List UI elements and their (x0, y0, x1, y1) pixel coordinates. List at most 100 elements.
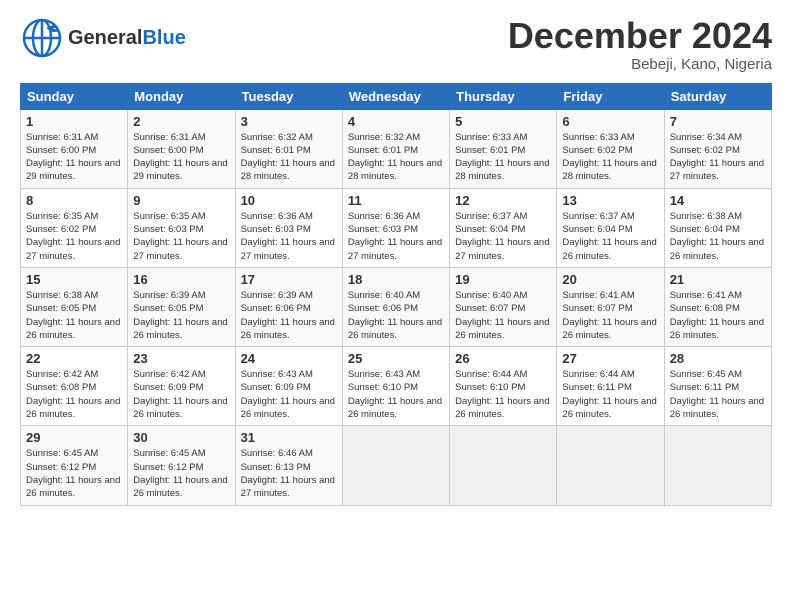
day-number: 16 (133, 272, 229, 287)
day-info: Sunrise: 6:42 AMSunset: 6:08 PMDaylight:… (26, 368, 122, 421)
logo-globe-icon (20, 16, 64, 60)
logo: GeneralBlue (20, 16, 186, 60)
day-info: Sunrise: 6:41 AMSunset: 6:07 PMDaylight:… (562, 289, 658, 342)
day-number: 3 (241, 114, 337, 129)
day-info: Sunrise: 6:31 AMSunset: 6:00 PMDaylight:… (26, 131, 122, 184)
weekday-header-sunday: Sunday (21, 83, 128, 109)
calendar-cell: 28Sunrise: 6:45 AMSunset: 6:11 PMDayligh… (664, 347, 771, 426)
day-number: 12 (455, 193, 551, 208)
day-info: Sunrise: 6:38 AMSunset: 6:04 PMDaylight:… (670, 210, 766, 263)
calendar-cell: 20 Sunrise: 6:41 AMSunset: 6:07 PMDayligh… (557, 267, 664, 346)
calendar-cell: 29 Sunrise: 6:45 AMSunset: 6:12 PMDayligh… (21, 426, 128, 505)
day-number: 31 (241, 430, 337, 445)
day-number: 2 (133, 114, 229, 129)
day-info: Sunrise: 6:45 AMSunset: 6:11 PMDaylight:… (670, 368, 766, 421)
day-info: Sunrise: 6:37 AMSunset: 6:04 PMDaylight:… (562, 210, 658, 263)
day-info: Sunrise: 6:34 AMSunset: 6:02 PMDaylight:… (670, 131, 766, 184)
calendar-cell: 1Sunrise: 6:31 AMSunset: 6:00 PMDaylight… (21, 109, 128, 188)
calendar-cell: 31 Sunrise: 6:46 AMSunset: 6:13 PMDayligh… (235, 426, 342, 505)
day-info: Sunrise: 6:37 AMSunset: 6:04 PMDaylight:… (455, 210, 551, 263)
page: GeneralBlue December 2024 Bebeji, Kano, … (0, 0, 792, 516)
calendar-cell: 19 Sunrise: 6:40 AMSunset: 6:07 PMDayligh… (450, 267, 557, 346)
calendar-table: SundayMondayTuesdayWednesdayThursdayFrid… (20, 83, 772, 506)
day-info: Sunrise: 6:45 AMSunset: 6:12 PMDaylight:… (133, 447, 229, 500)
calendar-cell: 4 Sunrise: 6:32 AMSunset: 6:01 PMDaylight… (342, 109, 449, 188)
day-number: 4 (348, 114, 444, 129)
calendar-cell: 24 Sunrise: 6:43 AMSunset: 6:09 PMDayligh… (235, 347, 342, 426)
day-info: Sunrise: 6:35 AMSunset: 6:03 PMDaylight:… (133, 210, 229, 263)
day-info: Sunrise: 6:31 AMSunset: 6:00 PMDaylight:… (133, 131, 229, 184)
day-info: Sunrise: 6:33 AMSunset: 6:01 PMDaylight:… (455, 131, 551, 184)
calendar-cell (342, 426, 449, 505)
weekday-header-friday: Friday (557, 83, 664, 109)
calendar-cell: 21 Sunrise: 6:41 AMSunset: 6:08 PMDayligh… (664, 267, 771, 346)
calendar-cell: 22Sunrise: 6:42 AMSunset: 6:08 PMDayligh… (21, 347, 128, 426)
calendar-cell: 12 Sunrise: 6:37 AMSunset: 6:04 PMDayligh… (450, 188, 557, 267)
calendar-cell: 14Sunrise: 6:38 AMSunset: 6:04 PMDayligh… (664, 188, 771, 267)
calendar-cell: 23 Sunrise: 6:42 AMSunset: 6:09 PMDayligh… (128, 347, 235, 426)
day-info: Sunrise: 6:40 AMSunset: 6:06 PMDaylight:… (348, 289, 444, 342)
day-number: 6 (562, 114, 658, 129)
day-number: 23 (133, 351, 229, 366)
calendar-cell (450, 426, 557, 505)
day-info: Sunrise: 6:44 AMSunset: 6:11 PMDaylight:… (562, 368, 658, 421)
calendar-cell: 7 Sunrise: 6:34 AMSunset: 6:02 PMDaylight… (664, 109, 771, 188)
calendar-cell: 8Sunrise: 6:35 AMSunset: 6:02 PMDaylight… (21, 188, 128, 267)
day-number: 18 (348, 272, 444, 287)
day-info: Sunrise: 6:32 AMSunset: 6:01 PMDaylight:… (241, 131, 337, 184)
day-info: Sunrise: 6:44 AMSunset: 6:10 PMDaylight:… (455, 368, 551, 421)
day-info: Sunrise: 6:42 AMSunset: 6:09 PMDaylight:… (133, 368, 229, 421)
calendar-cell (664, 426, 771, 505)
header: GeneralBlue December 2024 Bebeji, Kano, … (20, 16, 772, 73)
weekday-header-saturday: Saturday (664, 83, 771, 109)
location: Bebeji, Kano, Nigeria (508, 56, 772, 73)
day-number: 29 (26, 430, 122, 445)
title-section: December 2024 Bebeji, Kano, Nigeria (508, 16, 772, 73)
calendar-cell: 3 Sunrise: 6:32 AMSunset: 6:01 PMDaylight… (235, 109, 342, 188)
calendar-cell: 2 Sunrise: 6:31 AMSunset: 6:00 PMDaylight… (128, 109, 235, 188)
day-number: 21 (670, 272, 766, 287)
day-info: Sunrise: 6:41 AMSunset: 6:08 PMDaylight:… (670, 289, 766, 342)
calendar-cell: 17 Sunrise: 6:39 AMSunset: 6:06 PMDayligh… (235, 267, 342, 346)
day-number: 25 (348, 351, 444, 366)
day-info: Sunrise: 6:36 AMSunset: 6:03 PMDaylight:… (241, 210, 337, 263)
day-number: 13 (562, 193, 658, 208)
day-info: Sunrise: 6:35 AMSunset: 6:02 PMDaylight:… (26, 210, 122, 263)
calendar-cell: 5 Sunrise: 6:33 AMSunset: 6:01 PMDaylight… (450, 109, 557, 188)
logo-text: GeneralBlue (68, 27, 186, 50)
day-number: 9 (133, 193, 229, 208)
calendar-cell: 6 Sunrise: 6:33 AMSunset: 6:02 PMDaylight… (557, 109, 664, 188)
day-info: Sunrise: 6:33 AMSunset: 6:02 PMDaylight:… (562, 131, 658, 184)
calendar-cell: 25 Sunrise: 6:43 AMSunset: 6:10 PMDayligh… (342, 347, 449, 426)
calendar-cell: 27 Sunrise: 6:44 AMSunset: 6:11 PMDayligh… (557, 347, 664, 426)
day-info: Sunrise: 6:32 AMSunset: 6:01 PMDaylight:… (348, 131, 444, 184)
calendar-cell: 11 Sunrise: 6:36 AMSunset: 6:03 PMDayligh… (342, 188, 449, 267)
day-number: 26 (455, 351, 551, 366)
weekday-header-monday: Monday (128, 83, 235, 109)
day-number: 27 (562, 351, 658, 366)
calendar-cell: 16 Sunrise: 6:39 AMSunset: 6:05 PMDayligh… (128, 267, 235, 346)
month-title: December 2024 (508, 16, 772, 56)
day-number: 19 (455, 272, 551, 287)
day-info: Sunrise: 6:45 AMSunset: 6:12 PMDaylight:… (26, 447, 122, 500)
day-number: 20 (562, 272, 658, 287)
calendar-cell: 30 Sunrise: 6:45 AMSunset: 6:12 PMDayligh… (128, 426, 235, 505)
day-info: Sunrise: 6:39 AMSunset: 6:05 PMDaylight:… (133, 289, 229, 342)
day-number: 17 (241, 272, 337, 287)
weekday-header-wednesday: Wednesday (342, 83, 449, 109)
day-info: Sunrise: 6:40 AMSunset: 6:07 PMDaylight:… (455, 289, 551, 342)
day-number: 15 (26, 272, 122, 287)
calendar-cell: 13 Sunrise: 6:37 AMSunset: 6:04 PMDayligh… (557, 188, 664, 267)
day-info: Sunrise: 6:39 AMSunset: 6:06 PMDaylight:… (241, 289, 337, 342)
day-number: 11 (348, 193, 444, 208)
day-info: Sunrise: 6:43 AMSunset: 6:09 PMDaylight:… (241, 368, 337, 421)
day-info: Sunrise: 6:43 AMSunset: 6:10 PMDaylight:… (348, 368, 444, 421)
day-info: Sunrise: 6:46 AMSunset: 6:13 PMDaylight:… (241, 447, 337, 500)
day-number: 30 (133, 430, 229, 445)
day-info: Sunrise: 6:36 AMSunset: 6:03 PMDaylight:… (348, 210, 444, 263)
calendar-cell: 10Sunrise: 6:36 AMSunset: 6:03 PMDayligh… (235, 188, 342, 267)
day-number: 5 (455, 114, 551, 129)
day-number: 24 (241, 351, 337, 366)
day-number: 7 (670, 114, 766, 129)
weekday-header-thursday: Thursday (450, 83, 557, 109)
